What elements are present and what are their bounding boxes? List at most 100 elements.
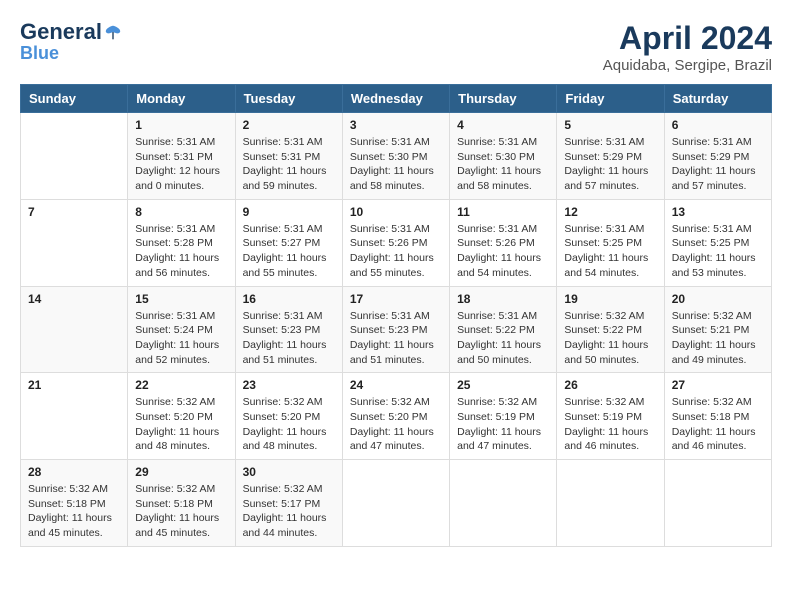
- calendar-table: SundayMondayTuesdayWednesdayThursdayFrid…: [20, 84, 772, 547]
- day-number: 6: [672, 118, 764, 132]
- calendar-cell: 9Sunrise: 5:31 AMSunset: 5:27 PMDaylight…: [235, 199, 342, 286]
- calendar-cell: 19 Sunrise: 5:32 AMSunset: 5:22 PMDayligh…: [557, 286, 664, 373]
- weekday-header-thursday: Thursday: [450, 85, 557, 113]
- day-number: 5: [564, 118, 656, 132]
- day-info: Sunrise: 5:31 AMSunset: 5:22 PMDaylight:…: [457, 309, 549, 368]
- day-info: Sunrise: 5:31 AMSunset: 5:24 PMDaylight:…: [135, 309, 227, 368]
- calendar-cell: [664, 460, 771, 547]
- day-info: Sunrise: 5:31 AMSunset: 5:26 PMDaylight:…: [350, 222, 442, 281]
- calendar-week-2: 7 8 Sunrise: 5:31 AMSunset: 5:28 PMDayligh…: [21, 199, 772, 286]
- day-number: 14: [28, 292, 120, 306]
- day-number: 12: [564, 205, 656, 219]
- day-number: 2: [243, 118, 335, 132]
- day-info: Sunrise: 5:31 AMSunset: 5:31 PMDaylight:…: [135, 135, 227, 194]
- calendar-week-5: 28 Sunrise: 5:32 AMSunset: 5:18 PMDayligh…: [21, 460, 772, 547]
- location: Aquidaba, Sergipe, Brazil: [603, 57, 772, 74]
- day-number: 22: [135, 378, 227, 392]
- day-number: 10: [350, 205, 442, 219]
- day-number: 8: [135, 205, 227, 219]
- calendar-cell: 14: [21, 286, 128, 373]
- day-number: 16: [243, 292, 335, 306]
- day-number: 13: [672, 205, 764, 219]
- day-number: 20: [672, 292, 764, 306]
- calendar-body: 1 Sunrise: 5:31 AMSunset: 5:31 PMDaylight…: [21, 113, 772, 547]
- day-info: Sunrise: 5:32 AMSunset: 5:19 PMDaylight:…: [457, 395, 549, 454]
- month-title: April 2024: [603, 20, 772, 57]
- calendar-cell: 16Sunrise: 5:31 AMSunset: 5:23 PMDayligh…: [235, 286, 342, 373]
- calendar-cell: 22 Sunrise: 5:32 AMSunset: 5:20 PMDayligh…: [128, 373, 235, 460]
- day-number: 24: [350, 378, 442, 392]
- day-info: Sunrise: 5:31 AMSunset: 5:30 PMDaylight:…: [350, 135, 442, 194]
- calendar-cell: 24Sunrise: 5:32 AMSunset: 5:20 PMDayligh…: [342, 373, 449, 460]
- calendar-cell: 13 Sunrise: 5:31 AMSunset: 5:25 PMDayligh…: [664, 199, 771, 286]
- calendar-cell: 7: [21, 199, 128, 286]
- day-info: Sunrise: 5:31 AMSunset: 5:28 PMDaylight:…: [135, 222, 227, 281]
- title-section: April 2024 Aquidaba, Sergipe, Brazil: [603, 20, 772, 74]
- weekday-header-saturday: Saturday: [664, 85, 771, 113]
- day-info: Sunrise: 5:31 AMSunset: 5:29 PMDaylight:…: [672, 135, 764, 194]
- weekday-header-tuesday: Tuesday: [235, 85, 342, 113]
- day-number: 1: [135, 118, 227, 132]
- day-info: Sunrise: 5:31 AMSunset: 5:30 PMDaylight:…: [457, 135, 549, 194]
- calendar-cell: 10 Sunrise: 5:31 AMSunset: 5:26 PMDayligh…: [342, 199, 449, 286]
- day-number: 23: [243, 378, 335, 392]
- calendar-cell: [342, 460, 449, 547]
- calendar-cell: 5 Sunrise: 5:31 AMSunset: 5:29 PMDaylight…: [557, 113, 664, 200]
- weekday-header-wednesday: Wednesday: [342, 85, 449, 113]
- day-number: 17: [350, 292, 442, 306]
- day-number: 7: [28, 205, 120, 219]
- day-info: Sunrise: 5:32 AMSunset: 5:17 PMDaylight:…: [243, 482, 335, 541]
- calendar-cell: 26Sunrise: 5:32 AMSunset: 5:19 PMDayligh…: [557, 373, 664, 460]
- day-number: 18: [457, 292, 549, 306]
- calendar-cell: 1 Sunrise: 5:31 AMSunset: 5:31 PMDaylight…: [128, 113, 235, 200]
- day-number: 4: [457, 118, 549, 132]
- day-number: 27: [672, 378, 764, 392]
- day-info: Sunrise: 5:31 AMSunset: 5:25 PMDaylight:…: [672, 222, 764, 281]
- day-info: Sunrise: 5:32 AMSunset: 5:20 PMDaylight:…: [135, 395, 227, 454]
- page-header: General Blue April 2024 Aquidaba, Sergip…: [20, 20, 772, 74]
- calendar-cell: 23 Sunrise: 5:32 AMSunset: 5:20 PMDayligh…: [235, 373, 342, 460]
- day-info: Sunrise: 5:32 AMSunset: 5:20 PMDaylight:…: [243, 395, 335, 454]
- calendar-cell: 21: [21, 373, 128, 460]
- day-number: 15: [135, 292, 227, 306]
- day-info: Sunrise: 5:31 AMSunset: 5:26 PMDaylight:…: [457, 222, 549, 281]
- calendar-week-1: 1 Sunrise: 5:31 AMSunset: 5:31 PMDaylight…: [21, 113, 772, 200]
- logo: General Blue: [20, 20, 122, 64]
- day-info: Sunrise: 5:31 AMSunset: 5:25 PMDaylight:…: [564, 222, 656, 281]
- calendar-cell: 29Sunrise: 5:32 AMSunset: 5:18 PMDayligh…: [128, 460, 235, 547]
- day-info: Sunrise: 5:32 AMSunset: 5:18 PMDaylight:…: [672, 395, 764, 454]
- calendar-cell: [21, 113, 128, 200]
- day-number: 3: [350, 118, 442, 132]
- day-info: Sunrise: 5:32 AMSunset: 5:18 PMDaylight:…: [28, 482, 120, 541]
- day-info: Sunrise: 5:32 AMSunset: 5:19 PMDaylight:…: [564, 395, 656, 454]
- day-number: 29: [135, 465, 227, 479]
- weekday-header-sunday: Sunday: [21, 85, 128, 113]
- calendar-cell: 20Sunrise: 5:32 AMSunset: 5:21 PMDayligh…: [664, 286, 771, 373]
- calendar-cell: [450, 460, 557, 547]
- day-number: 19: [564, 292, 656, 306]
- calendar-cell: [557, 460, 664, 547]
- weekday-header-friday: Friday: [557, 85, 664, 113]
- day-info: Sunrise: 5:32 AMSunset: 5:22 PMDaylight:…: [564, 309, 656, 368]
- calendar-cell: 25Sunrise: 5:32 AMSunset: 5:19 PMDayligh…: [450, 373, 557, 460]
- calendar-cell: 11Sunrise: 5:31 AMSunset: 5:26 PMDayligh…: [450, 199, 557, 286]
- calendar-cell: 2 Sunrise: 5:31 AMSunset: 5:31 PMDaylight…: [235, 113, 342, 200]
- day-info: Sunrise: 5:31 AMSunset: 5:23 PMDaylight:…: [350, 309, 442, 368]
- day-number: 9: [243, 205, 335, 219]
- weekday-header-monday: Monday: [128, 85, 235, 113]
- day-info: Sunrise: 5:31 AMSunset: 5:29 PMDaylight:…: [564, 135, 656, 194]
- calendar-cell: 28 Sunrise: 5:32 AMSunset: 5:18 PMDayligh…: [21, 460, 128, 547]
- calendar-cell: 27 Sunrise: 5:32 AMSunset: 5:18 PMDayligh…: [664, 373, 771, 460]
- logo-bird-icon: [104, 24, 122, 42]
- calendar-cell: 8 Sunrise: 5:31 AMSunset: 5:28 PMDaylight…: [128, 199, 235, 286]
- calendar-cell: 15 Sunrise: 5:31 AMSunset: 5:24 PMDayligh…: [128, 286, 235, 373]
- calendar-week-4: 21 22 Sunrise: 5:32 AMSunset: 5:20 PMDayli…: [21, 373, 772, 460]
- calendar-cell: 12 Sunrise: 5:31 AMSunset: 5:25 PMDayligh…: [557, 199, 664, 286]
- calendar-cell: 30 Sunrise: 5:32 AMSunset: 5:17 PMDayligh…: [235, 460, 342, 547]
- day-number: 28: [28, 465, 120, 479]
- day-number: 30: [243, 465, 335, 479]
- calendar-cell: 6 Sunrise: 5:31 AMSunset: 5:29 PMDaylight…: [664, 113, 771, 200]
- calendar-cell: 3 Sunrise: 5:31 AMSunset: 5:30 PMDaylight…: [342, 113, 449, 200]
- weekday-header-row: SundayMondayTuesdayWednesdayThursdayFrid…: [21, 85, 772, 113]
- day-info: Sunrise: 5:31 AMSunset: 5:31 PMDaylight:…: [243, 135, 335, 194]
